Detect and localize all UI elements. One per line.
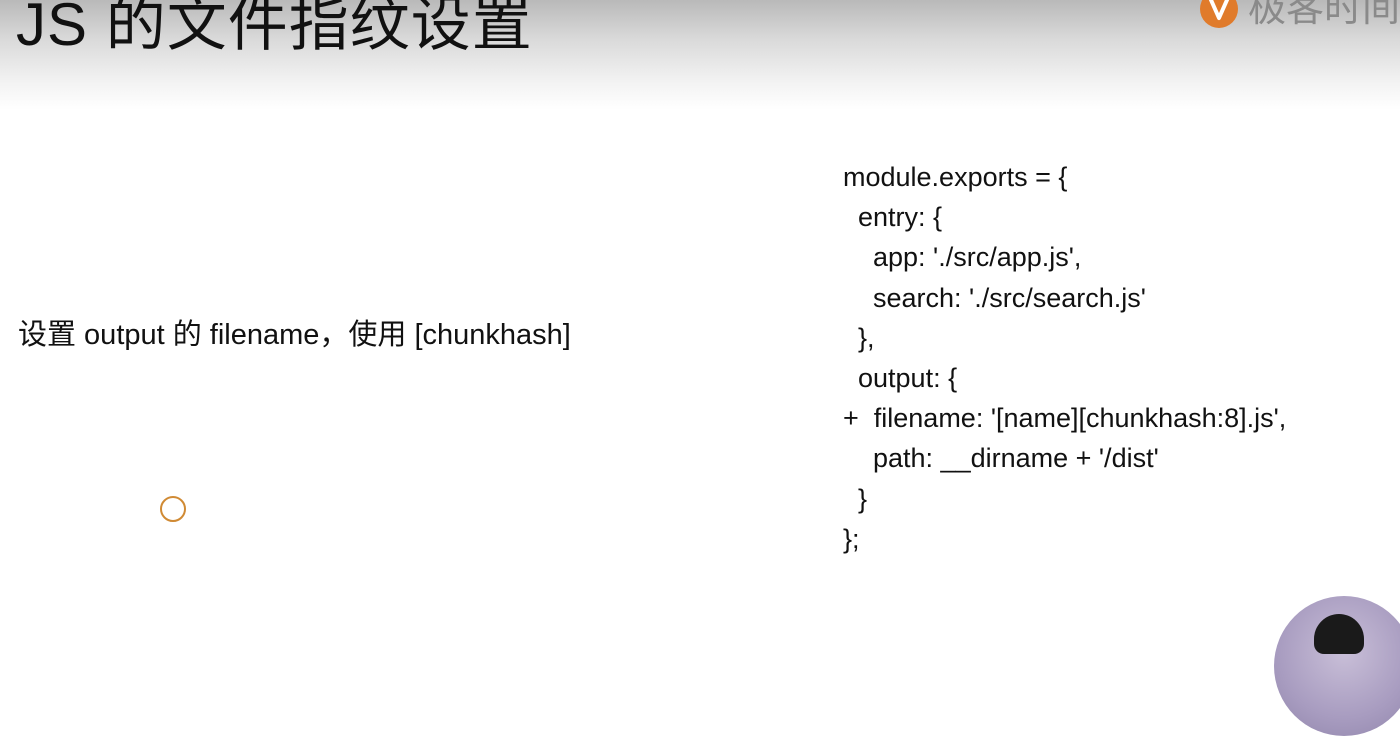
code-line: search: './src/search.js' — [843, 282, 1146, 313]
code-line: path: __dirname + '/dist' — [843, 443, 1159, 474]
code-line: } — [843, 483, 868, 514]
code-line: }; — [843, 523, 860, 554]
code-line: entry: { — [843, 202, 943, 233]
code-line: module.exports = { — [843, 162, 1068, 192]
slide-header: JS 的文件指纹设置 极客时间 — [0, 0, 1400, 110]
code-line: }, — [843, 322, 875, 353]
slide-description: 设置 output 的 filename，使用 [chunkhash] — [18, 319, 571, 351]
presenter-head — [1314, 614, 1364, 654]
code-line-added: + filename: '[name][chunkhash:8].js', — [843, 403, 1287, 434]
brand-logo: 极客时间 — [1198, 0, 1400, 34]
geektime-logo-icon — [1199, 0, 1238, 28]
code-block: module.exports = { entry: { app: './src/… — [843, 157, 1286, 559]
code-line: app: './src/app.js', — [843, 242, 1082, 273]
slide-title: JS 的文件指纹设置 — [16, 0, 533, 58]
cursor-ring-icon — [160, 496, 186, 522]
presenter-avatar — [1274, 596, 1400, 736]
code-line: output: { — [843, 363, 958, 394]
brand-name: 极客时间 — [1247, 0, 1400, 30]
